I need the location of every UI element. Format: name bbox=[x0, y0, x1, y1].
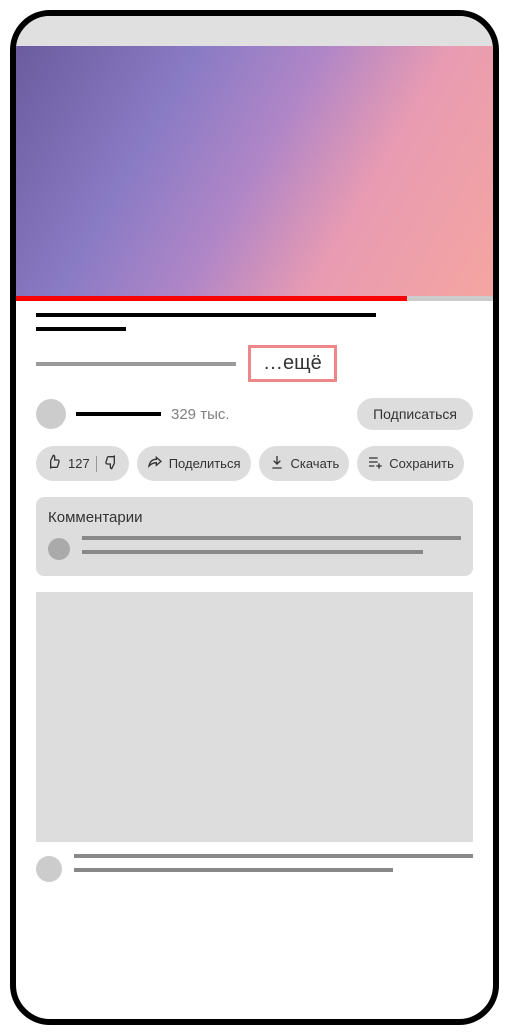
phone-frame: …ещё 329 тыс. Подписаться 127 bbox=[10, 10, 499, 1025]
comments-title: Комментарии bbox=[48, 509, 461, 526]
comment-text-placeholder bbox=[82, 536, 461, 540]
share-button[interactable]: Поделиться bbox=[137, 446, 251, 481]
playlist-add-icon bbox=[367, 454, 383, 473]
thumbs-up-icon bbox=[46, 454, 62, 473]
video-title-placeholder bbox=[36, 327, 126, 331]
share-icon bbox=[147, 454, 163, 473]
download-label: Скачать bbox=[291, 456, 340, 471]
video-player[interactable] bbox=[16, 46, 493, 296]
video-description-placeholder bbox=[36, 362, 236, 366]
more-link[interactable]: …ещё bbox=[248, 345, 337, 382]
channel-row[interactable]: 329 тыс. Подписаться bbox=[36, 398, 473, 430]
comment-text-placeholder bbox=[82, 550, 423, 554]
download-button[interactable]: Скачать bbox=[259, 446, 350, 481]
save-label: Сохранить bbox=[389, 456, 454, 471]
video-title-placeholder bbox=[36, 313, 376, 317]
recommended-video-meta[interactable] bbox=[36, 854, 473, 882]
recommended-title-placeholder bbox=[74, 868, 393, 872]
divider bbox=[96, 456, 97, 472]
recommended-title-placeholder bbox=[74, 854, 473, 858]
commenter-avatar bbox=[48, 538, 70, 560]
thumbs-down-icon bbox=[103, 454, 119, 473]
recommended-video-thumbnail[interactable] bbox=[36, 592, 473, 842]
comments-section[interactable]: Комментарии bbox=[36, 497, 473, 576]
channel-name-placeholder bbox=[76, 412, 161, 416]
recommended-channel-avatar bbox=[36, 856, 62, 882]
status-bar bbox=[16, 16, 493, 46]
like-dislike-pill[interactable]: 127 bbox=[36, 446, 129, 481]
save-button[interactable]: Сохранить bbox=[357, 446, 464, 481]
video-progress-fill bbox=[16, 296, 407, 301]
share-label: Поделиться bbox=[169, 456, 241, 471]
like-count: 127 bbox=[68, 456, 90, 471]
subscriber-count: 329 тыс. bbox=[171, 406, 230, 423]
channel-avatar[interactable] bbox=[36, 399, 66, 429]
comment-preview bbox=[48, 536, 461, 564]
download-icon bbox=[269, 454, 285, 473]
subscribe-button[interactable]: Подписаться bbox=[357, 398, 473, 430]
